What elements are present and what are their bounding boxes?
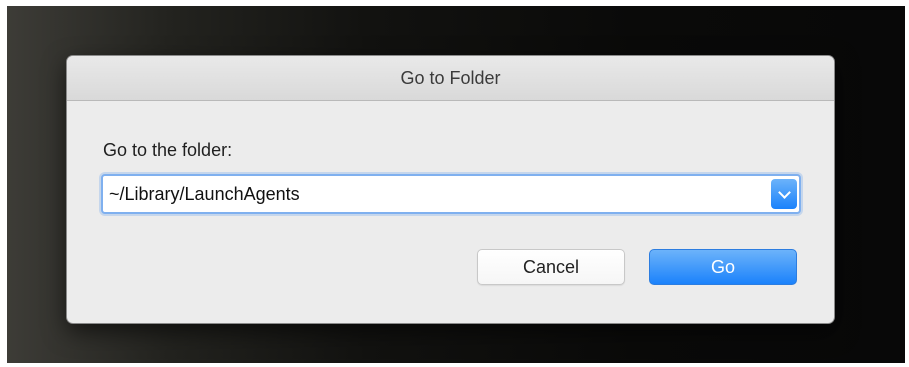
- recent-folders-dropdown-button[interactable]: [771, 179, 797, 209]
- go-button[interactable]: Go: [649, 249, 797, 285]
- cancel-button[interactable]: Cancel: [477, 249, 625, 285]
- folder-path-combobox[interactable]: [101, 174, 801, 214]
- dialog-title: Go to Folder: [400, 67, 501, 88]
- dialog-titlebar: Go to Folder: [67, 56, 834, 101]
- go-to-folder-dialog: Go to Folder Go to the folder: Cancel Go: [67, 56, 834, 323]
- chevron-down-icon: [777, 185, 791, 199]
- folder-prompt-label: Go to the folder:: [103, 140, 233, 160]
- folder-path-input[interactable]: [103, 176, 767, 212]
